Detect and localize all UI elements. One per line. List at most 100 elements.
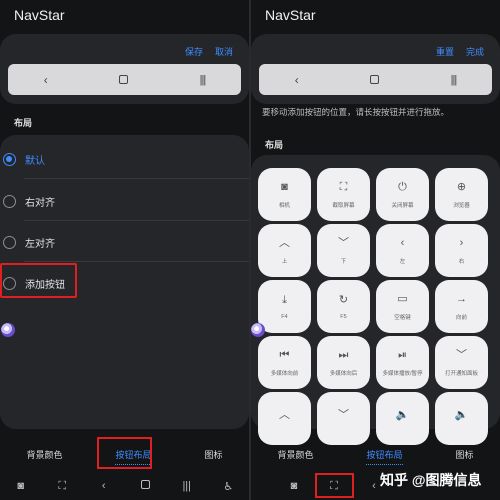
grid-button-label: 上 <box>281 259 288 265</box>
tab-button-layout[interactable]: 按钮布局 <box>360 438 408 471</box>
highlight-box <box>315 473 354 498</box>
grid-button[interactable]: ⊕ 浏览器 <box>435 168 488 221</box>
radio-default[interactable]: 默认 <box>0 139 249 179</box>
grid-button-label: 向前 <box>455 315 467 321</box>
camera-icon[interactable]: ◙ <box>285 480 303 492</box>
screenshot-icon: ⛶ <box>339 181 348 193</box>
radio-label: 左对齐 <box>25 238 55 250</box>
chevron-up-icon: ︿ <box>279 409 290 421</box>
navbar-preview: ‹ ||| <box>8 64 241 95</box>
recents-icon: ||| <box>450 73 458 86</box>
highlight-box <box>97 437 152 469</box>
grid-button-label: 截取屏幕 <box>332 203 355 209</box>
tab-icons[interactable]: 图标 <box>198 438 228 471</box>
play-pause-icon: ⏯ <box>398 349 407 361</box>
highlight-box <box>0 263 77 298</box>
save-button[interactable]: 保存 <box>185 45 203 58</box>
grid-button[interactable]: ▭ 空格键 <box>376 280 429 333</box>
grid-button[interactable]: ⏻ 关闭屏幕 <box>376 168 429 221</box>
watermark-text: 知乎 @图腾信息 <box>380 472 482 488</box>
grid-button[interactable]: ︿ 上 <box>258 224 311 277</box>
app-title: NavStar <box>14 7 65 23</box>
refresh-icon: ↻ <box>338 294 349 306</box>
screenshot-icon[interactable]: ⛶ <box>53 480 71 493</box>
grid-button-label: 下 <box>340 259 347 265</box>
radio-left-align[interactable]: 左对齐 <box>0 222 249 262</box>
power-icon: ⏻ <box>398 181 407 193</box>
radio-right-align[interactable]: 右对齐 <box>0 181 249 221</box>
grid-button-label: 关闭屏幕 <box>391 203 414 209</box>
left-screen: NavStar 保存 取消 ‹ ||| 布局 默认 右对齐 左对齐 添加按钮 背… <box>0 0 249 500</box>
camera-icon: ◙ <box>281 181 288 193</box>
grid-button[interactable]: ⏭ 多媒体向后 <box>317 336 370 389</box>
skip-next-icon: ⏭ <box>338 349 349 361</box>
grid-button-label: 相机 <box>278 203 290 209</box>
grid-button-label: 空格键 <box>394 315 411 321</box>
navbar-preview: ‹ ||| <box>259 64 492 95</box>
chevron-down-icon: ﹀ <box>338 409 349 421</box>
cancel-button[interactable]: 取消 <box>215 45 233 58</box>
camera-icon[interactable]: ◙ <box>12 480 30 492</box>
chevron-down-icon: ﹀ <box>338 237 349 249</box>
grid-button[interactable]: → 向前 <box>435 280 488 333</box>
radio-unselected-icon <box>3 194 16 208</box>
grid-button-label: 右 <box>458 259 465 265</box>
grid-button-label: 打开通知面板 <box>444 371 478 377</box>
grid-button[interactable]: ⏮ 多媒体向前 <box>258 336 311 389</box>
drag-hint-text: 要移动添加按钮的位置，请长按按钮并进行拖放。 <box>262 107 450 117</box>
reset-button[interactable]: 重置 <box>436 45 454 58</box>
recents-icon: ||| <box>199 73 207 86</box>
chevron-right-icon: › <box>459 237 464 249</box>
grid-button[interactable]: ↻ F5 <box>317 280 370 333</box>
button-grid-card: ◙ 相机 ⛶ 截取屏幕 ⏻ 关闭屏幕 ⊕ 浏览器 ︿ 上 ﹀ 下 ‹ 左 › 右 ⤓ F4 ↻ F5 ▭ 空格键 → 向前 ⏮ 多… <box>251 155 500 445</box>
navbar-preview-card: 保存 取消 ‹ ||| <box>0 34 249 104</box>
grid-button-label: F4 <box>281 314 288 320</box>
recents-icon[interactable]: ||| <box>178 480 196 492</box>
radio-label: 默认 <box>25 155 45 167</box>
skip-previous-icon: ⏮ <box>279 349 290 361</box>
accessibility-icon[interactable]: ♿ <box>219 480 237 493</box>
grid-button-label: 左 <box>399 259 406 265</box>
grid-button-label: 多媒体播放/暂停 <box>382 371 423 377</box>
bottom-tabs: 背景颜色 按钮布局 图标 <box>251 436 500 472</box>
chevron-left-icon: ‹ <box>400 237 405 249</box>
download-box-icon: ⤓ <box>282 294 287 306</box>
section-label-layout: 布局 <box>14 118 33 128</box>
radio-label: 右对齐 <box>25 197 55 209</box>
app-title: NavStar <box>265 7 316 23</box>
volume-icon: 🔈 <box>395 409 410 421</box>
grid-button[interactable]: ‹ 左 <box>376 224 429 277</box>
back-icon: ‹ <box>43 72 48 87</box>
radio-selected-icon <box>3 152 16 166</box>
grid-button-label: 多媒体向后 <box>329 371 358 377</box>
navbar-preview-card: 重置 完成 ‹ ||| <box>251 34 500 104</box>
back-icon: ‹ <box>294 72 299 87</box>
chevron-down-icon: ﹀ <box>456 349 467 361</box>
top-actions: 保存 取消 <box>185 45 233 58</box>
tab-background-color[interactable]: 背景颜色 <box>20 438 68 471</box>
section-label-layout: 布局 <box>265 140 284 150</box>
grid-button[interactable]: ﹀ 打开通知面板 <box>435 336 488 389</box>
volume-icon: 🔈 <box>454 409 469 421</box>
grid-button[interactable]: ⛶ 截取屏幕 <box>317 168 370 221</box>
space-key-icon: ▭ <box>397 293 408 305</box>
grid-button[interactable]: ◙ 相机 <box>258 168 311 221</box>
home-icon[interactable] <box>136 480 154 492</box>
home-icon <box>370 75 380 84</box>
done-button[interactable]: 完成 <box>466 45 484 58</box>
floating-assistant-icon[interactable] <box>251 323 265 337</box>
grid-button[interactable]: › 右 <box>435 224 488 277</box>
grid-button[interactable]: ﹀ 下 <box>317 224 370 277</box>
grid-button-label: 浏览器 <box>453 203 470 209</box>
system-navbar: ◙ ⛶ ‹ ||| ♿ <box>0 474 249 498</box>
grid-button[interactable]: ⤓ F4 <box>258 280 311 333</box>
right-screen: NavStar 重置 完成 ‹ ||| 要移动添加按钮的位置，请长按按钮并进行拖… <box>251 0 500 500</box>
globe-icon: ⊕ <box>456 181 467 193</box>
top-actions: 重置 完成 <box>436 45 484 58</box>
back-icon[interactable]: ‹ <box>95 480 113 492</box>
tab-background-color[interactable]: 背景颜色 <box>271 438 319 471</box>
floating-assistant-icon[interactable] <box>1 323 15 337</box>
tab-icons[interactable]: 图标 <box>449 438 479 471</box>
grid-button[interactable]: ⏯ 多媒体播放/暂停 <box>376 336 429 389</box>
grid-button-label: F5 <box>340 314 347 320</box>
